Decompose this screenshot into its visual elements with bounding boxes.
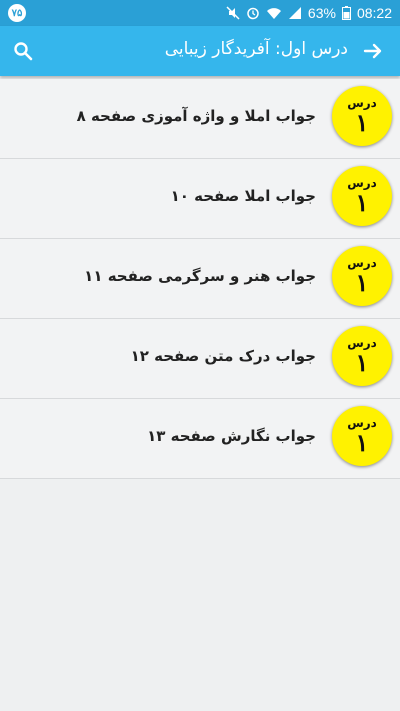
notification-badge: ۷۵	[8, 4, 26, 22]
list-item-label: جواب املا و واژه آموزی صفحه ۸	[76, 107, 316, 125]
badge-number: ۱	[355, 428, 369, 457]
lesson-badge: درس ۱	[332, 246, 392, 306]
list-item-label: جواب املا صفحه ۱۰	[170, 187, 316, 205]
wifi-icon	[266, 6, 282, 20]
list-item[interactable]: درس ۱ جواب املا صفحه ۱۰	[0, 159, 400, 239]
list-item[interactable]: درس ۱ جواب درک متن صفحه ۱۲	[0, 319, 400, 399]
badge-number: ۱	[355, 348, 369, 377]
badge-number: ۱	[355, 268, 369, 297]
page-title: درس اول: آفریدگار زیبایی	[164, 39, 348, 59]
status-bar: ۷۵ 63% 08:22	[0, 0, 400, 26]
list-item[interactable]: درس ۱ جواب هنر و سرگرمی صفحه ۱۱	[0, 239, 400, 319]
lesson-badge: درس ۱	[332, 86, 392, 146]
mute-icon	[226, 6, 240, 20]
battery-percent: 63%	[307, 5, 336, 21]
list-item[interactable]: درس ۱ جواب نگارش صفحه ۱۳	[0, 399, 400, 479]
list-item-label: جواب نگارش صفحه ۱۳	[147, 427, 316, 445]
badge-number: ۱	[355, 108, 369, 137]
lesson-badge: درس ۱	[332, 166, 392, 226]
lesson-badge: درس ۱	[332, 406, 392, 466]
list-item-label: جواب درک متن صفحه ۱۲	[130, 347, 316, 365]
app-bar: درس اول: آفریدگار زیبایی	[0, 26, 400, 76]
arrow-right-icon[interactable]	[360, 38, 386, 64]
battery-icon	[341, 6, 351, 20]
list-item[interactable]: درس ۱ جواب املا و واژه آموزی صفحه ۸	[0, 79, 400, 159]
lesson-list: درس ۱ جواب املا و واژه آموزی صفحه ۸ درس …	[0, 79, 400, 479]
clock: 08:22	[356, 5, 392, 21]
status-icons: 63% 08:22	[226, 4, 392, 22]
lesson-badge: درس ۱	[332, 326, 392, 386]
search-icon[interactable]	[10, 38, 36, 64]
alarm-icon	[246, 6, 260, 20]
signal-icon	[288, 6, 302, 20]
badge-number: ۱	[355, 188, 369, 217]
list-item-label: جواب هنر و سرگرمی صفحه ۱۱	[84, 267, 316, 285]
